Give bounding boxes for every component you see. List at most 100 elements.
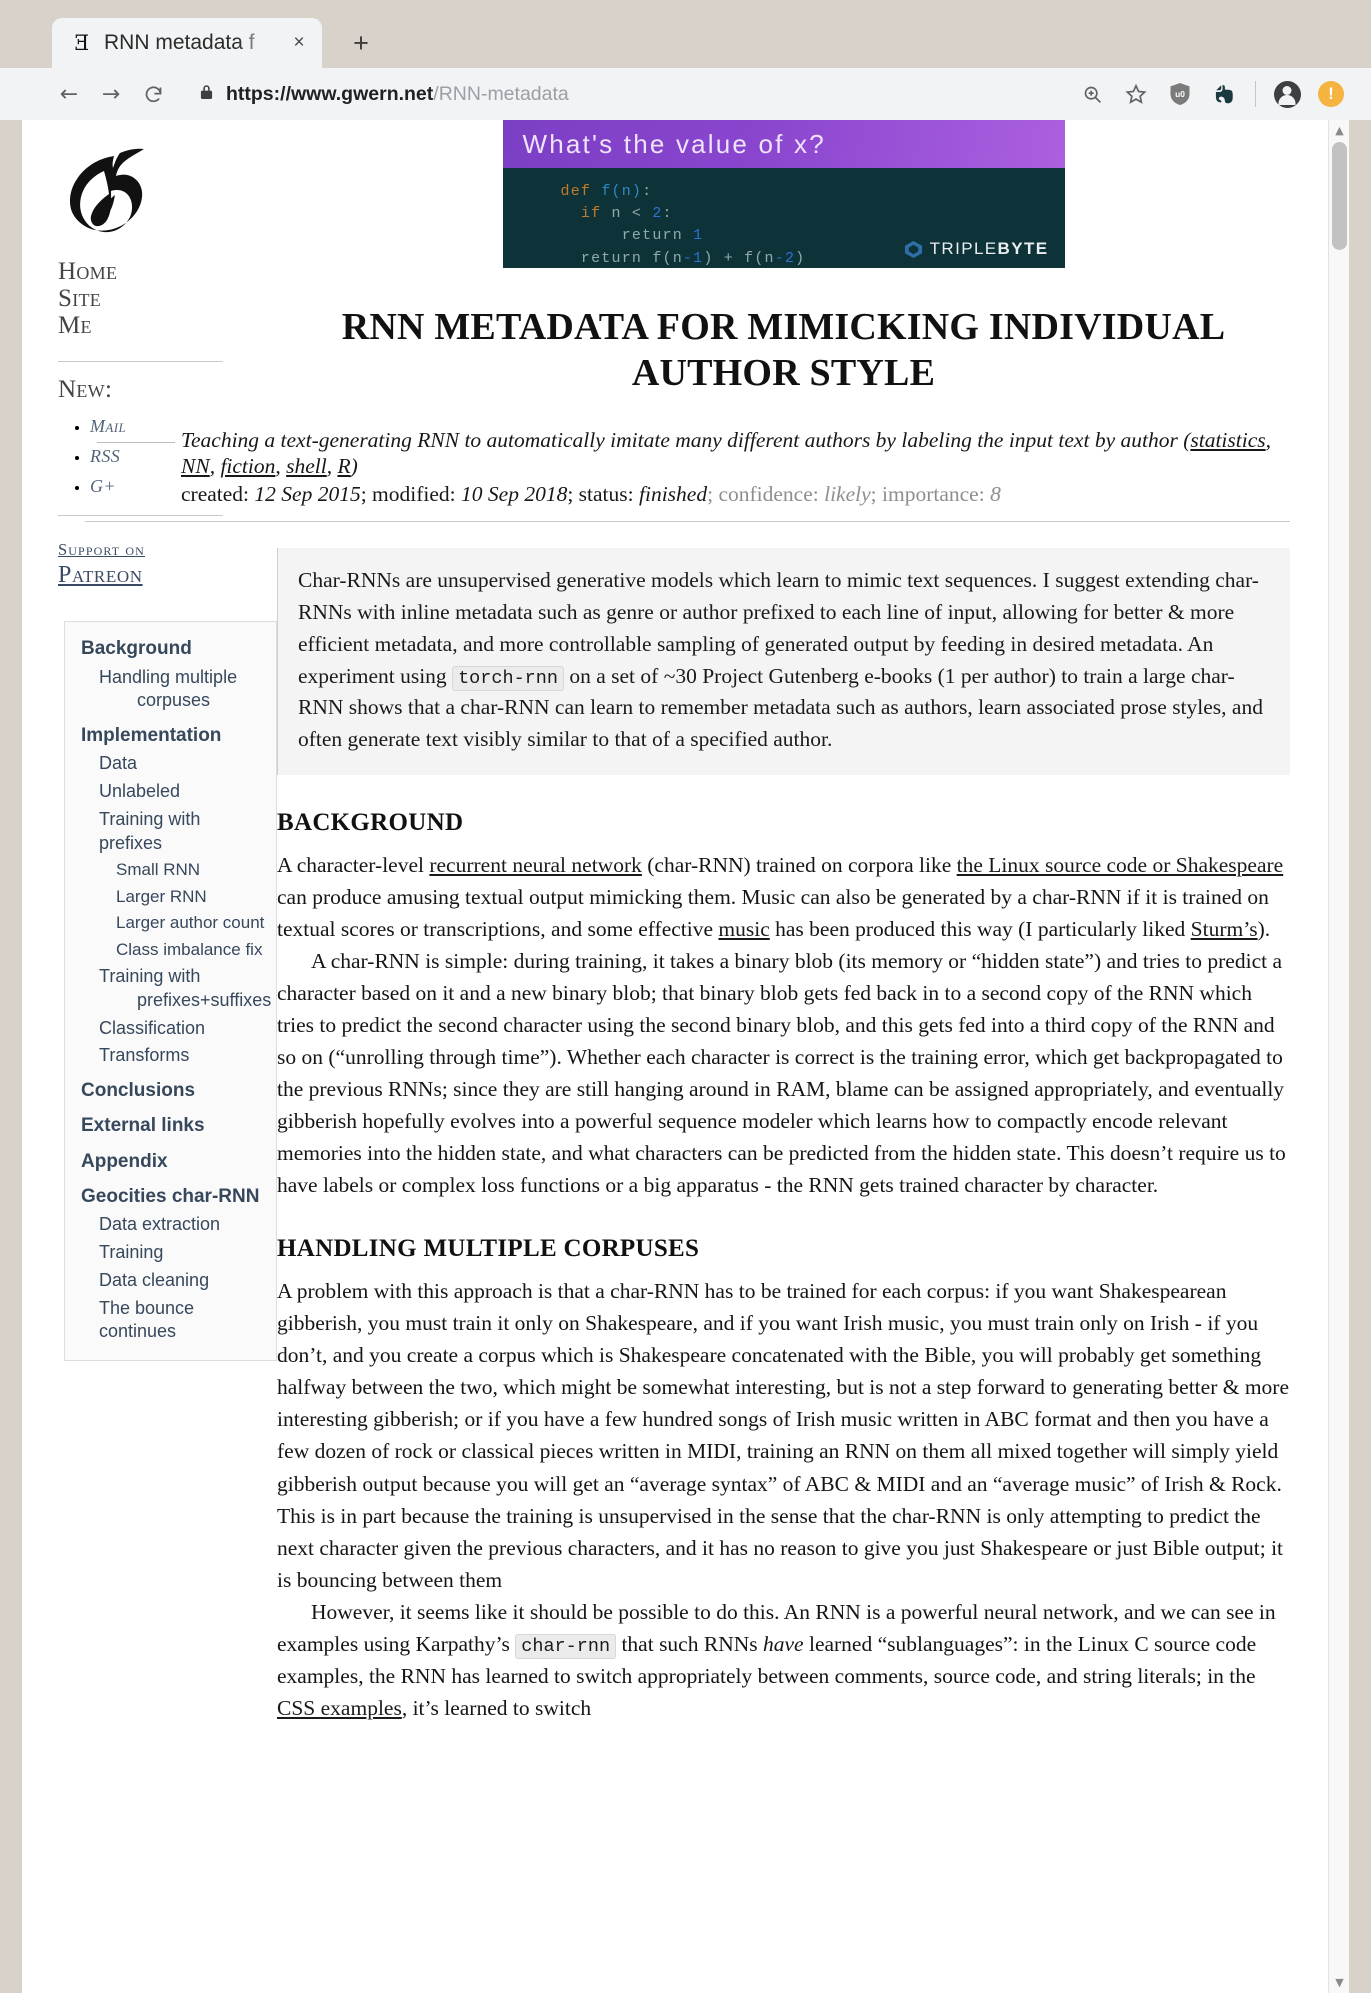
sidebar-item-gplus[interactable]: G+ — [90, 476, 116, 496]
patreon-support-label: Support on — [58, 540, 145, 559]
toc-item-data-extraction[interactable]: Data extraction — [99, 1213, 266, 1237]
lock-icon — [200, 84, 213, 104]
page-title: RNN metadata for mimicking individual au… — [341, 306, 1226, 395]
browser-tab[interactable]: Ǝ RNN metadata f × — [52, 18, 322, 68]
metadata-divider — [85, 521, 1290, 523]
link-recurrent-neural-network[interactable]: recurrent neural network — [429, 853, 642, 877]
description-rule — [97, 441, 175, 443]
paragraph: A char-RNN is simple: during training, i… — [277, 949, 1286, 1198]
page-content: Home Site Me New: Mail RSS G+ Support on… — [22, 120, 1328, 1724]
tag-nn[interactable]: NN — [181, 454, 210, 478]
text-run: that such RNNs — [616, 1631, 763, 1656]
profile-avatar-icon[interactable] — [1265, 72, 1309, 116]
toc-item-unlabeled[interactable]: Unlabeled — [99, 780, 266, 804]
tag-statistics[interactable]: statistics — [1190, 428, 1265, 452]
ublock-origin-icon[interactable]: u0 — [1158, 72, 1202, 116]
sidebar-item-mail[interactable]: Mail — [90, 416, 126, 436]
text-run: A character-level — [277, 852, 430, 877]
status-value: finished — [639, 482, 708, 507]
text-run: (char-RNN) trained on corpora like — [641, 852, 957, 877]
description-text: Teaching a text-generating RNN to automa… — [181, 427, 1191, 452]
article-body: Background A character-level recurrent n… — [277, 809, 1290, 1724]
site-nav: Home Site Me — [58, 258, 257, 339]
sidebar-item-site[interactable]: Site — [58, 285, 257, 312]
modified-value: 10 Sep 2018 — [461, 482, 568, 507]
created-value: 12 Sep 2015 — [254, 482, 361, 507]
url-domain: https://www.gwern.net — [226, 82, 434, 105]
toc-item-implementation[interactable]: Implementation — [81, 723, 266, 748]
link-music[interactable]: music — [718, 917, 769, 941]
paragraph: A problem with this approach is that a c… — [277, 1279, 1290, 1592]
paragraph: However, it seems like it should be poss… — [277, 1596, 1290, 1725]
tab-title: RNN metadata f — [104, 31, 255, 54]
address-bar[interactable]: https://www.gwern.net/RNN-metadata — [174, 83, 1070, 106]
abstract-inline-code: torch-rnn — [452, 665, 564, 691]
patreon-link[interactable]: Support on Patreon — [58, 540, 257, 589]
toc-item-class-imbalance-fix[interactable]: Class imbalance fix — [116, 939, 266, 961]
page-scrollbar[interactable]: ▲ ▼ — [1328, 120, 1349, 1993]
toc-item-larger-rnn[interactable]: Larger RNN — [116, 886, 266, 908]
tag-fiction[interactable]: fiction — [220, 454, 275, 478]
article-metadata-block: Teaching a text-generating RNN to automa… — [85, 427, 1290, 523]
back-icon[interactable]: ← — [48, 73, 90, 115]
toc-item-larger-author-count[interactable]: Larger author count — [116, 912, 266, 934]
toc-item-data[interactable]: Data — [99, 752, 266, 776]
sidebar-divider — [58, 361, 223, 362]
scrollbar-thumb[interactable] — [1332, 142, 1347, 250]
toc-item-appendix[interactable]: Appendix — [81, 1149, 266, 1174]
scroll-up-icon[interactable]: ▲ — [1329, 120, 1349, 141]
triplebyte-ad-banner[interactable]: What's the value of x? def f(n): if n < … — [502, 120, 1065, 268]
toc-item-background[interactable]: Background — [81, 636, 266, 661]
table-of-contents: Background Handling multiple corpuses Imp… — [64, 621, 277, 1362]
evernote-icon[interactable] — [1202, 72, 1246, 116]
sidebar-item-rss[interactable]: RSS — [90, 446, 120, 466]
toc-item-training-with-prefixes[interactable]: Training with prefixes — [99, 808, 266, 856]
browser-toolbar: ← → https://www.gwern.net/RNN-metadata u… — [0, 68, 1371, 120]
scroll-down-icon[interactable]: ▼ — [1329, 1972, 1349, 1993]
patreon-brand-label: Patreon — [58, 561, 143, 588]
tag-r[interactable]: R — [337, 454, 350, 478]
description-close-paren: ) — [350, 453, 358, 478]
toc-item-data-cleaning[interactable]: Data cleaning — [99, 1269, 266, 1293]
article-status-line: created: 12 Sep 2015; modified: 10 Sep 2… — [181, 481, 1290, 509]
text-run: , it’s learned to switch — [401, 1696, 592, 1721]
close-icon[interactable]: × — [286, 30, 312, 56]
triplebyte-wordmark: TRIPLEBYTE — [929, 239, 1049, 258]
link-linux-source-shakespeare[interactable]: the Linux source code or Shakespeare — [957, 853, 1284, 877]
toc-item-conclusions[interactable]: Conclusions — [81, 1078, 266, 1103]
article-abstract: Char-RNNs are unsupervised generative mo… — [277, 548, 1290, 775]
bookmark-star-icon[interactable] — [1114, 72, 1158, 116]
confidence-label: ; confidence: — [707, 482, 825, 507]
toc-item-transforms[interactable]: Transforms — [99, 1044, 266, 1068]
new-tab-button[interactable]: + — [336, 21, 386, 65]
forward-icon[interactable]: → — [90, 73, 132, 115]
gwern-monogram-logo[interactable] — [58, 144, 178, 254]
toc-item-classification[interactable]: Classification — [99, 1017, 266, 1041]
emphasis-have: have — [763, 1631, 804, 1656]
tab-strip: Ǝ RNN metadata f × + — [0, 0, 1371, 68]
sidebar-item-me[interactable]: Me — [58, 312, 257, 339]
confidence-value: likely — [824, 482, 871, 507]
toc-item-training-with-prefixes-suffixes[interactable]: Training with prefixes+suffixes — [99, 965, 271, 1013]
link-sturms[interactable]: Sturm’s — [1191, 917, 1258, 941]
toc-item-small-rnn[interactable]: Small RNN — [116, 859, 266, 881]
toc-item-handling-multiple-corpuses[interactable]: Handling multiple corpuses — [99, 666, 266, 714]
toc-item-external-links[interactable]: External links — [81, 1113, 266, 1138]
toc-item-the-bounce-continues[interactable]: The bounce continues — [99, 1297, 266, 1345]
abstract-text: Char-RNNs are unsupervised generative mo… — [298, 565, 1268, 756]
toc-item-training[interactable]: Training — [99, 1241, 266, 1265]
toc-item-geocities-char-rnn[interactable]: Geocities char-RNN — [81, 1184, 266, 1209]
browser-window: Ǝ RNN metadata f × + ← → https://www.gwe… — [0, 0, 1371, 1993]
zoom-in-icon[interactable] — [1070, 72, 1114, 116]
tag-shell[interactable]: shell — [286, 454, 327, 478]
gwern-favicon-icon: Ǝ — [74, 30, 90, 55]
ad-headline-bar: What's the value of x? — [502, 120, 1065, 168]
section-heading-background: Background — [277, 808, 464, 836]
modified-label: ; modified: — [360, 482, 462, 507]
update-alert-icon[interactable]: ! — [1309, 72, 1353, 116]
site-sidebar: Home Site Me New: Mail RSS G+ Support on… — [22, 120, 277, 1724]
reload-icon[interactable] — [132, 73, 174, 115]
link-css-examples[interactable]: CSS examples — [277, 1696, 402, 1720]
sidebar-item-home[interactable]: Home — [58, 258, 257, 285]
svg-text:u0: u0 — [1175, 89, 1185, 99]
